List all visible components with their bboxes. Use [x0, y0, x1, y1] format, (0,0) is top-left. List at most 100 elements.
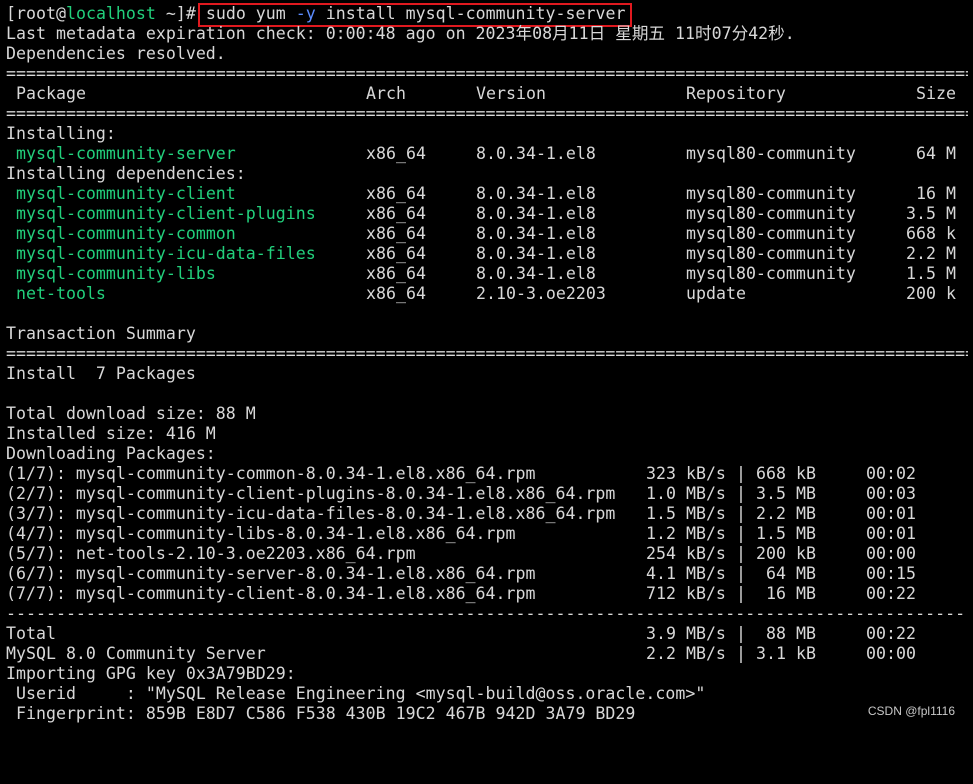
package-row: mysql-community-server x86_64 8.0.34-1.e… — [6, 144, 968, 164]
download-file: (2/7): mysql-community-client-plugins-8.… — [6, 484, 616, 503]
package-name: mysql-community-server — [16, 144, 236, 163]
header-arch: Arch — [366, 84, 406, 103]
package-size: 1.5 M — [906, 264, 956, 283]
package-arch: x86_64 — [366, 264, 426, 283]
mysql-key-time: 00:00 — [866, 644, 916, 663]
download-time: 00:03 — [866, 484, 916, 503]
package-name: mysql-community-client — [16, 184, 236, 203]
total-size: 88 MB — [766, 624, 816, 643]
download-separator: | — [736, 484, 746, 503]
download-size: 2.2 MB — [756, 504, 816, 523]
download-size: 64 MB — [766, 564, 816, 583]
transaction-summary: Transaction Summary — [6, 324, 196, 343]
installing-label: Installing: — [6, 124, 116, 143]
download-time: 00:02 — [866, 464, 916, 483]
download-rate: 254 kB/s — [646, 544, 726, 563]
download-row: (3/7): mysql-community-icu-data-files-8.… — [6, 504, 968, 524]
download-row: (1/7): mysql-community-common-8.0.34-1.e… — [6, 464, 968, 484]
download-row: (6/7): mysql-community-server-8.0.34-1.e… — [6, 564, 968, 584]
package-row: mysql-community-client x86_64 8.0.34-1.e… — [6, 184, 968, 204]
package-size: 64 M — [916, 144, 956, 163]
package-row: mysql-community-client-plugins x86_64 8.… — [6, 204, 968, 224]
package-repo: mysql80-community — [686, 264, 856, 283]
download-rate: 1.0 MB/s — [646, 484, 726, 503]
package-name: mysql-community-icu-data-files — [16, 244, 316, 263]
gpg-userid-line: Userid : "MySQL Release Engineering <mys… — [6, 684, 706, 703]
gpg-fingerprint-line: Fingerprint: 859B E8D7 C586 F538 430B 19… — [6, 704, 636, 723]
download-time: 00:01 — [866, 504, 916, 523]
double-rule: ========================================… — [6, 344, 968, 363]
download-time: 00:00 — [866, 544, 916, 563]
package-version: 8.0.34-1.el8 — [476, 144, 596, 163]
mysql-key-separator: | — [736, 644, 746, 663]
download-row: (7/7): mysql-community-client-8.0.34-1.e… — [6, 584, 968, 604]
download-rate: 1.5 MB/s — [646, 504, 726, 523]
package-size: 668 k — [906, 224, 956, 243]
download-separator: | — [736, 564, 746, 583]
dash-rule: ----------------------------------------… — [6, 604, 968, 623]
package-name: mysql-community-libs — [16, 264, 216, 283]
download-file: (1/7): mysql-community-common-8.0.34-1.e… — [6, 464, 536, 483]
install-count: Install 7 Packages — [6, 364, 196, 383]
package-repo: update — [686, 284, 746, 303]
package-repo: mysql80-community — [686, 144, 856, 163]
download-rate: 1.2 MB/s — [646, 524, 726, 543]
download-size: 668 kB — [756, 464, 816, 483]
download-separator: | — [736, 504, 746, 523]
download-file: (7/7): mysql-community-client-8.0.34-1.e… — [6, 584, 536, 603]
package-arch: x86_64 — [366, 244, 426, 263]
download-time: 00:01 — [866, 524, 916, 543]
download-size: 1.5 MB — [756, 524, 816, 543]
gpg-import-line: Importing GPG key 0x3A79BD29: — [6, 664, 296, 683]
package-arch: x86_64 — [366, 204, 426, 223]
mysql-key-label: MySQL 8.0 Community Server — [6, 644, 266, 663]
mysql-key-size: 3.1 kB — [756, 644, 816, 663]
package-size: 200 k — [906, 284, 956, 303]
package-name: mysql-community-client-plugins — [16, 204, 316, 223]
package-arch: x86_64 — [366, 144, 426, 163]
prompt-user: root — [16, 4, 56, 23]
package-row: net-tools x86_64 2.10-3.oe2203 update 20… — [6, 284, 968, 304]
package-arch: x86_64 — [366, 284, 426, 303]
package-row: mysql-community-libs x86_64 8.0.34-1.el8… — [6, 264, 968, 284]
package-version: 8.0.34-1.el8 — [476, 244, 596, 263]
download-rate: 712 kB/s — [646, 584, 726, 603]
package-version: 8.0.34-1.el8 — [476, 204, 596, 223]
double-rule: ========================================… — [6, 64, 968, 83]
package-size: 2.2 M — [906, 244, 956, 263]
download-file: (6/7): mysql-community-server-8.0.34-1.e… — [6, 564, 536, 583]
package-repo: mysql80-community — [686, 244, 856, 263]
download-file: (4/7): mysql-community-libs-8.0.34-1.el8… — [6, 524, 516, 543]
download-row: (5/7): net-tools-2.10-3.oe2203.x86_64.rp… — [6, 544, 968, 564]
package-row: mysql-community-common x86_64 8.0.34-1.e… — [6, 224, 968, 244]
download-separator: | — [736, 524, 746, 543]
package-size: 3.5 M — [906, 204, 956, 223]
installed-size: Installed size: 416 M — [6, 424, 216, 443]
download-rate: 323 kB/s — [646, 464, 726, 483]
prompt-host: localhost — [65, 4, 156, 23]
downloading-label: Downloading Packages: — [6, 444, 216, 463]
mysql-key-row: MySQL 8.0 Community Server 2.2 MB/s | 3.… — [6, 644, 968, 664]
dependencies-resolved: Dependencies resolved. — [6, 44, 226, 63]
package-version: 8.0.34-1.el8 — [476, 264, 596, 283]
prompt-open: [ — [6, 4, 16, 23]
header-repository: Repository — [686, 84, 786, 103]
package-repo: mysql80-community — [686, 224, 856, 243]
package-version: 8.0.34-1.el8 — [476, 184, 596, 203]
package-name: mysql-community-common — [16, 224, 236, 243]
dependencies-label: Installing dependencies: — [6, 164, 246, 183]
metadata-line: Last metadata expiration check: 0:00:48 … — [6, 24, 795, 43]
table-header: Package Arch Version Repository Size — [6, 84, 968, 104]
total-download-size: Total download size: 88 M — [6, 404, 256, 423]
package-repo: mysql80-community — [686, 184, 856, 203]
download-file: (3/7): mysql-community-icu-data-files-8.… — [6, 504, 616, 523]
download-size: 3.5 MB — [756, 484, 816, 503]
package-size: 16 M — [916, 184, 956, 203]
download-size: 200 kB — [756, 544, 816, 563]
download-file: (5/7): net-tools-2.10-3.oe2203.x86_64.rp… — [6, 544, 416, 563]
download-row: (4/7): mysql-community-libs-8.0.34-1.el8… — [6, 524, 968, 544]
download-separator: | — [736, 464, 746, 483]
download-time: 00:22 — [866, 584, 916, 603]
total-separator: | — [736, 624, 746, 643]
download-time: 00:15 — [866, 564, 916, 583]
